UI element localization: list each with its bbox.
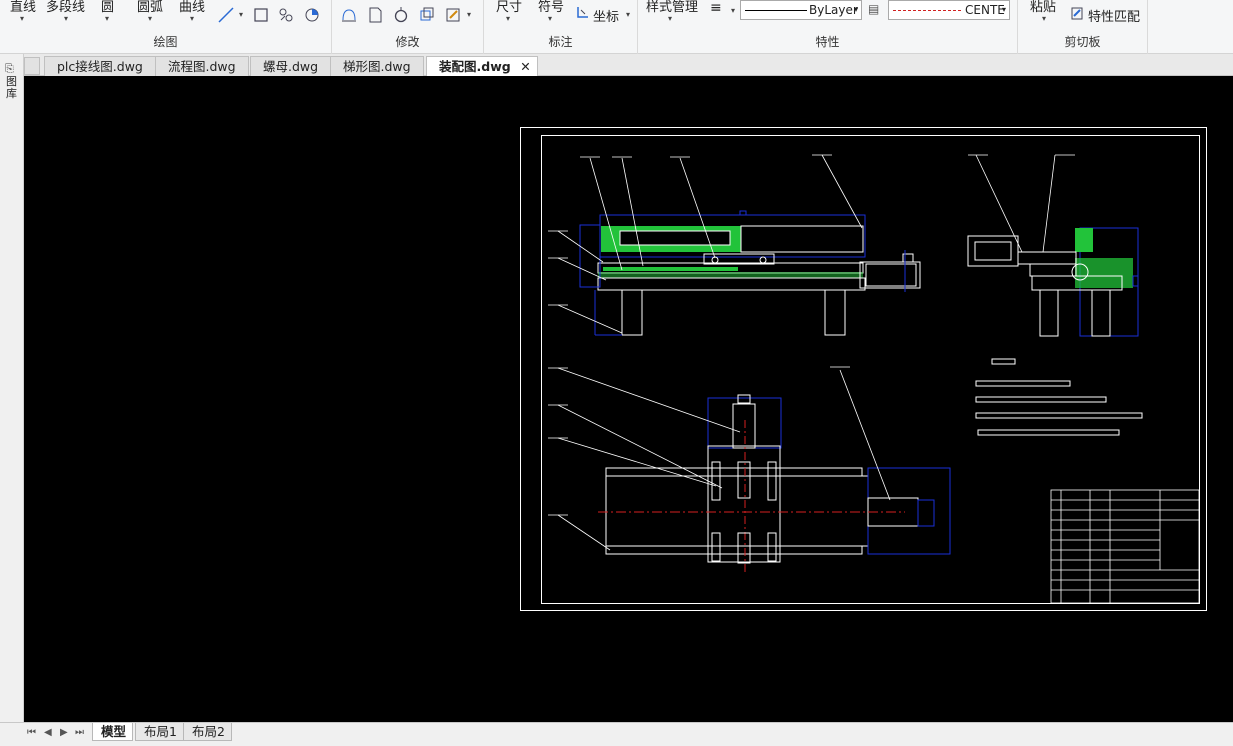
linetype-dropdown-icon: ▾ [1001,5,1006,14]
tab-layout2[interactable]: 布局2 [183,723,232,741]
last-tab-icon[interactable]: ⏭ [75,727,84,738]
top-view [598,394,951,575]
tab-ladder[interactable]: 梯形图.dwg [330,56,424,76]
modify-group: ▾ 修改 [332,0,484,54]
draw-group: 直线 多段线 圆 圆弧 曲线 ▾ ▾ ▾ ▾ ▾ ▾ 绘图 [0,0,332,54]
hatch-icon[interactable] [277,6,295,24]
tab-plc-wiring[interactable]: plc接线图.dwg [44,56,156,76]
coordinate-button[interactable]: 坐标 [593,6,619,25]
list-dropdown-icon[interactable]: ▾ [731,6,735,15]
construction-line-dropdown-icon[interactable]: ▾ [239,10,243,19]
symbol-dropdown-icon[interactable]: ▾ [548,14,552,23]
next-tab-icon[interactable]: ▶ [60,727,68,738]
layout-tab-bar: ⏮ ◀ ▶ ⏭ 模型 布局1 布局2 [0,722,1233,746]
arc-dropdown-icon[interactable]: ▾ [148,14,152,23]
lineweight-value: ByLayer [809,3,858,17]
lineweight-icon[interactable]: ▤ [868,2,879,16]
clipboard-group: 粘贴 ▾ 特性匹配 剪切板 [1018,0,1148,54]
tab-assembly[interactable]: 装配图.dwg ✕ [426,56,538,77]
tab-label: 螺母.dwg [263,59,319,74]
rotate-icon[interactable] [392,6,410,24]
line-button[interactable]: 直线 [10,0,36,15]
offset-icon[interactable] [340,6,358,24]
clipboard-group-label: 剪切板 [1064,35,1101,49]
draw-group-label: 绘图 [153,35,178,49]
tab-label: 装配图.dwg [439,59,511,74]
construction-line-icon[interactable] [217,6,235,24]
coordinate-icon[interactable] [576,5,590,19]
properties-group-label: 特性 [815,35,840,49]
drawing-canvas[interactable] [24,76,1233,722]
coordinate-dropdown-icon[interactable]: ▾ [626,10,630,19]
tab-nut[interactable]: 螺母.dwg [250,56,332,76]
tab-label: 模型 [101,724,127,739]
circle-button[interactable]: 圆 [101,0,114,15]
edit-icon[interactable] [444,6,462,24]
match-properties-button[interactable]: 特性匹配 [1088,6,1140,25]
list-icon[interactable]: ≡ [710,0,722,16]
prev-tab-icon[interactable]: ◀ [44,727,52,738]
tab-label: 布局2 [192,724,225,739]
leader-lines [548,154,1075,551]
library-label[interactable]: 图库 [6,76,18,100]
annotate-group-label: 标注 [548,35,573,49]
annotate-group: 尺寸 符号 ▾ ▾ 坐标 ▾ 标注 [484,0,638,54]
tab-scroll-left[interactable] [24,57,40,75]
lineweight-dropdown-icon: ▾ [853,5,858,14]
modify-dropdown-icon[interactable]: ▾ [467,10,471,19]
sheet-outer-frame [520,127,1207,611]
tab-model[interactable]: 模型 [92,723,134,741]
sheet-inner-frame [541,135,1200,604]
tab-label: plc接线图.dwg [57,59,143,74]
tab-label: 梯形图.dwg [343,59,411,74]
properties-group: 样式管理 ▾ ≡ ▾ ByLayer ▾ ▤ CENTE ▾ 特性 [638,0,1018,54]
linetype-value: CENTE [965,3,1005,17]
circle-dropdown-icon[interactable]: ▾ [105,14,109,23]
style-manager-dropdown-icon[interactable]: ▾ [668,14,672,23]
style-manager-button[interactable]: 样式管理 [646,0,698,15]
side-view [967,227,1139,337]
close-icon[interactable]: ✕ [520,57,530,76]
lineweight-swatch [745,10,807,11]
title-block [1050,489,1200,604]
first-tab-icon[interactable]: ⏮ [27,727,36,738]
region-icon[interactable] [303,6,321,24]
document-icon[interactable] [366,6,384,24]
modify-group-label: 修改 [395,35,420,49]
curve-button[interactable]: 曲线 [179,0,205,15]
symbol-button[interactable]: 符号 [538,0,564,15]
polyline-button[interactable]: 多段线 [46,0,85,15]
tab-layout1[interactable]: 布局1 [135,723,184,741]
left-toolbar: ⎘ 图库 [0,54,24,722]
front-view [579,210,921,336]
copy-icon[interactable] [418,6,436,24]
side-section-fill [1075,228,1093,252]
dimension-dropdown-icon[interactable]: ▾ [506,14,510,23]
polyline-dropdown-icon[interactable]: ▾ [64,14,68,23]
document-tabs: plc接线图.dwg 流程图.dwg 螺母.dwg 梯形图.dwg 装配图.dw… [0,54,1233,77]
lineweight-select[interactable]: ByLayer ▾ [740,0,862,20]
paste-button[interactable]: 粘贴 [1030,0,1056,15]
dimension-button[interactable]: 尺寸 [496,0,522,15]
ribbon: 直线 多段线 圆 圆弧 曲线 ▾ ▾ ▾ ▾ ▾ ▾ 绘图 ▾ 修改 尺寸 符号… [0,0,1233,54]
paste-dropdown-icon[interactable]: ▾ [1042,14,1046,23]
rectangle-icon[interactable] [252,6,270,24]
arc-button[interactable]: 圆弧 [137,0,163,15]
linetype-select[interactable]: CENTE ▾ [888,0,1010,20]
technical-notes [975,358,1143,436]
tab-flowchart[interactable]: 流程图.dwg [155,56,249,76]
line-dropdown-icon[interactable]: ▾ [20,14,24,23]
assembly-drawing [520,127,1207,611]
library-icon[interactable]: ⎘ [5,62,14,76]
curve-dropdown-icon[interactable]: ▾ [190,14,194,23]
tab-label: 布局1 [144,724,177,739]
tab-label: 流程图.dwg [168,59,236,74]
match-properties-icon[interactable] [1070,6,1085,21]
linetype-swatch [893,10,961,11]
